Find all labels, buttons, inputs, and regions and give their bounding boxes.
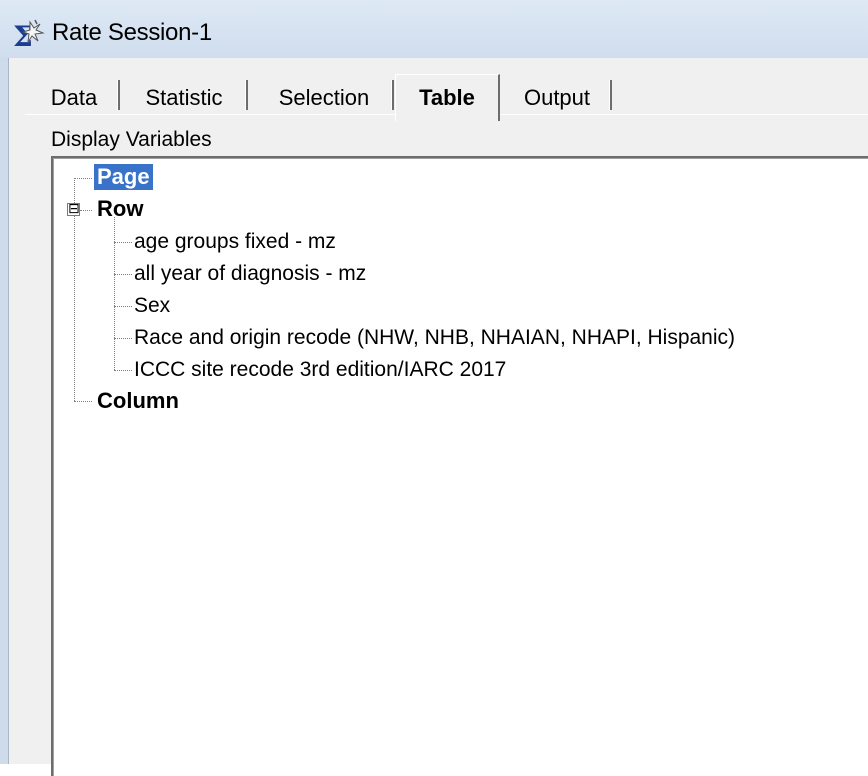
tree-inner-border: Page ⊟ Row age groups fixed - mz all yea… bbox=[53, 158, 868, 776]
window-title: Rate Session-1 bbox=[52, 19, 212, 46]
tree-item-year-of-diagnosis[interactable]: all year of diagnosis - mz bbox=[134, 261, 366, 287]
tab-label: Output bbox=[523, 85, 591, 110]
tab-table[interactable]: Table bbox=[395, 74, 500, 121]
tab-label: Statistic bbox=[145, 85, 223, 110]
dialog-client-area: Data Statistic Selection Table Output Di… bbox=[9, 58, 868, 776]
tree-connector bbox=[114, 217, 115, 370]
tree-connector bbox=[114, 242, 132, 243]
tab-separator bbox=[245, 80, 248, 110]
tab-selection[interactable]: Selection bbox=[257, 80, 391, 116]
tree-node-page[interactable]: Page bbox=[94, 164, 153, 190]
tree-connector bbox=[114, 370, 132, 371]
tree-node-row[interactable]: Row bbox=[97, 196, 143, 222]
tree-connector bbox=[114, 306, 132, 307]
tree-item-age-groups[interactable]: age groups fixed - mz bbox=[134, 229, 336, 255]
window-frame-left bbox=[0, 58, 9, 764]
tree-item-race-origin[interactable]: Race and origin recode (NHW, NHB, NHAIAN… bbox=[134, 325, 735, 351]
tree-connector bbox=[114, 338, 132, 339]
tab-separator bbox=[609, 80, 612, 110]
tree-connector bbox=[74, 178, 92, 179]
tab-label: Table bbox=[419, 85, 475, 110]
tree-connector bbox=[80, 210, 92, 211]
tab-label: Data bbox=[50, 85, 98, 110]
tab-data[interactable]: Data bbox=[35, 80, 113, 116]
tab-label: Selection bbox=[278, 85, 370, 110]
tree-node-column[interactable]: Column bbox=[97, 388, 179, 414]
display-variables-tree[interactable]: Page ⊟ Row age groups fixed - mz all yea… bbox=[51, 156, 868, 776]
tree-item-iccc-site[interactable]: ICCC site recode 3rd edition/IARC 2017 bbox=[134, 357, 506, 383]
tree-connector bbox=[114, 274, 132, 275]
sigma-sparkle-icon: Σ bbox=[13, 19, 45, 50]
tab-separator bbox=[117, 80, 120, 110]
tree-item-sex[interactable]: Sex bbox=[134, 293, 170, 319]
tab-output[interactable]: Output bbox=[501, 80, 613, 116]
tab-strip: Data Statistic Selection Table Output bbox=[25, 74, 868, 121]
display-variables-label: Display Variables bbox=[51, 128, 212, 151]
collapse-icon[interactable]: ⊟ bbox=[67, 202, 80, 216]
tab-separator bbox=[391, 80, 394, 110]
tab-statistic[interactable]: Statistic bbox=[129, 80, 239, 116]
tree-connector bbox=[74, 401, 92, 402]
window-title-bar[interactable]: Σ Rate Session-1 bbox=[0, 0, 868, 58]
